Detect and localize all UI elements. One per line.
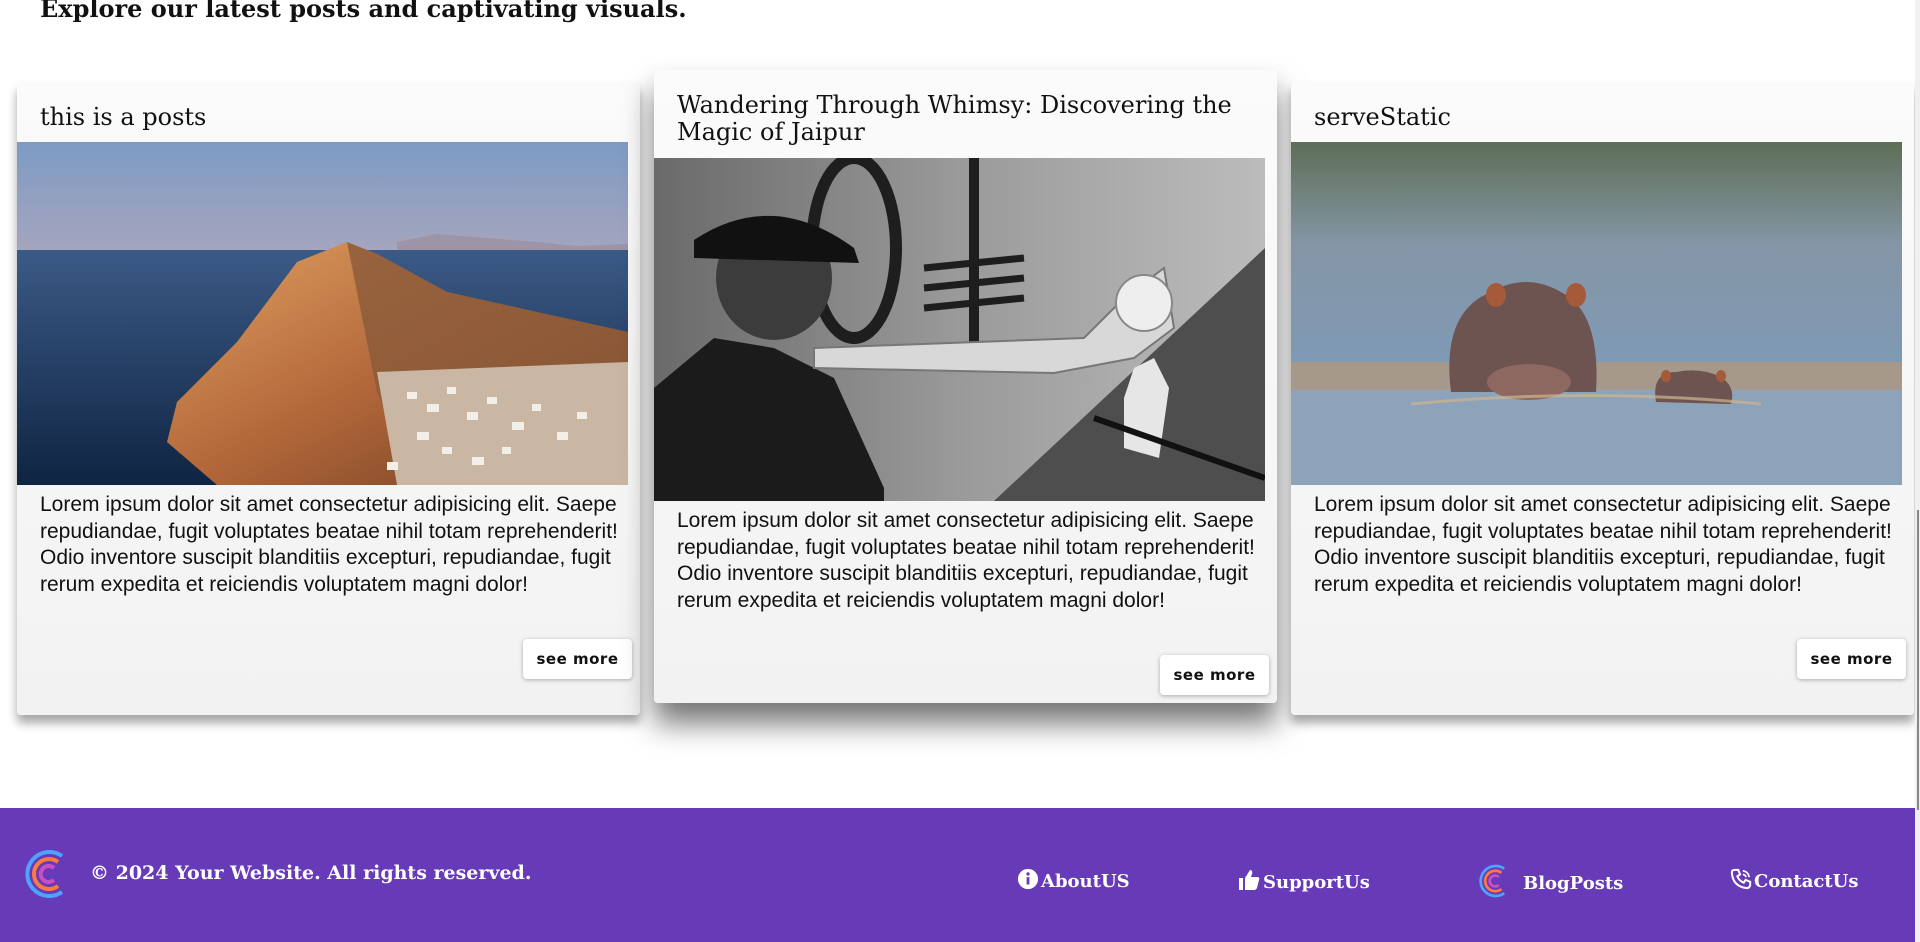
post-excerpt: Lorem ipsum dolor sit amet consectetur a… <box>1314 493 1892 596</box>
post-card: serveStatic Lorem ipsum dolor sit amet c… <box>1291 82 1914 715</box>
footer-link-label: SupportUs <box>1263 872 1370 893</box>
footer-link-label: ContactUs <box>1754 871 1859 892</box>
post-title: this is a posts <box>40 103 207 131</box>
see-more-button[interactable]: see more <box>523 639 632 679</box>
footer-link-blog[interactable]: BlogPosts <box>1477 860 1623 907</box>
page-intro: Explore our latest posts and captivating… <box>40 0 687 23</box>
post-excerpt: Lorem ipsum dolor sit amet consectetur a… <box>40 493 618 596</box>
post-image <box>17 142 628 485</box>
logo-icon <box>22 844 72 904</box>
footer-link-contact[interactable]: ContactUs <box>1730 868 1859 895</box>
scrollbar[interactable] <box>1915 0 1920 942</box>
info-icon <box>1017 868 1039 895</box>
post-title: Wandering Through Whimsy: Discovering th… <box>677 91 1232 146</box>
footer-link-about[interactable]: AboutUS <box>1017 868 1130 895</box>
post-title: serveStatic <box>1314 103 1451 131</box>
thumbs-up-icon <box>1237 868 1261 897</box>
site-footer: © 2024 Your Website. All rights reserved… <box>0 808 1920 942</box>
footer-link-label: BlogPosts <box>1523 873 1624 894</box>
footer-link-label: AboutUS <box>1041 871 1130 892</box>
see-more-button[interactable]: see more <box>1797 639 1906 679</box>
post-image <box>654 158 1265 501</box>
phone-icon <box>1730 868 1752 895</box>
copyright-text: © 2024 Your Website. All rights reserved… <box>90 862 532 884</box>
logo-icon <box>1477 860 1511 907</box>
footer-link-support[interactable]: SupportUs <box>1237 868 1370 897</box>
post-card: this is a posts Lorem ipsum dolor sit am… <box>17 82 640 715</box>
scrollbar-thumb[interactable] <box>1917 510 1919 810</box>
post-card-featured: Wandering Through Whimsy: Discovering th… <box>654 70 1277 703</box>
post-excerpt: Lorem ipsum dolor sit amet consectetur a… <box>677 509 1255 612</box>
post-image <box>1291 142 1902 485</box>
see-more-button[interactable]: see more <box>1160 655 1269 695</box>
